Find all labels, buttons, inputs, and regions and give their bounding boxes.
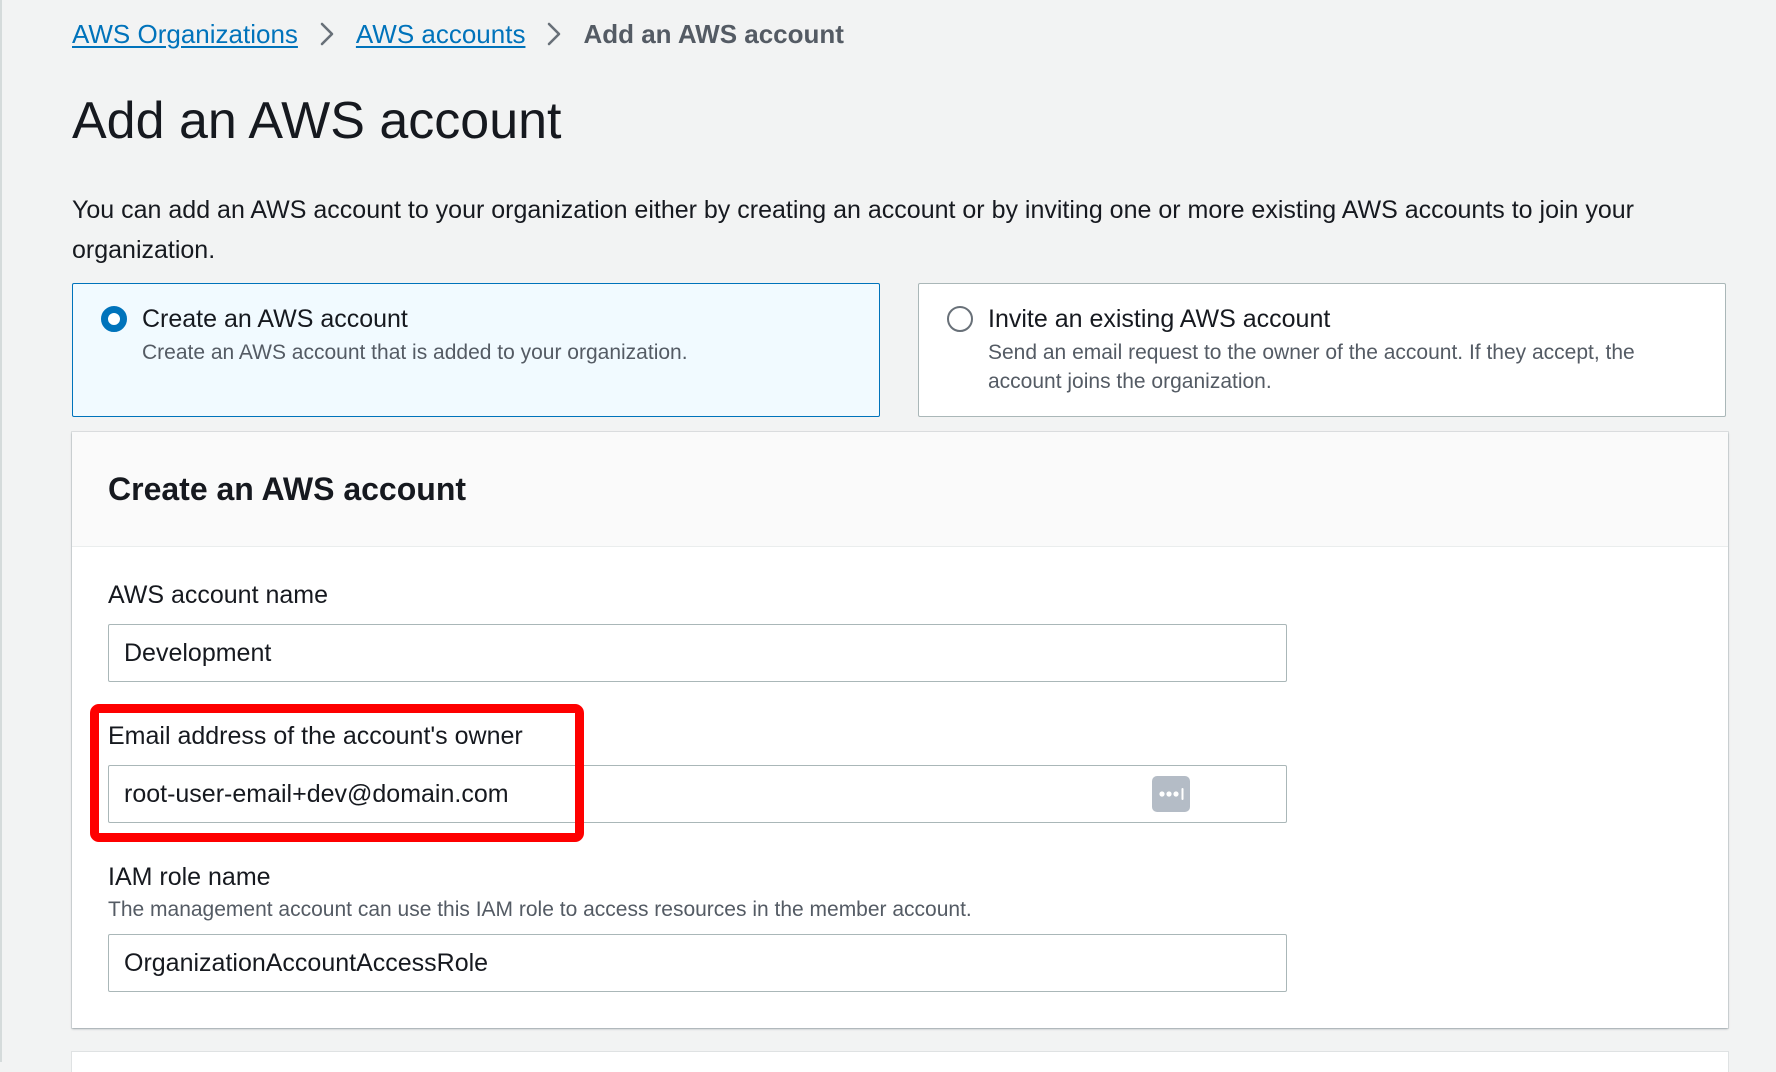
email-input[interactable] bbox=[108, 765, 1287, 823]
option-create-account[interactable]: Create an AWS account Create an AWS acco… bbox=[72, 283, 880, 417]
next-section-container bbox=[72, 1052, 1728, 1072]
chevron-right-icon bbox=[525, 14, 583, 54]
option-invite-description: Send an email request to the owner of th… bbox=[988, 341, 1635, 393]
invite-account-radio[interactable] bbox=[947, 306, 973, 332]
account-name-input[interactable] bbox=[108, 624, 1287, 682]
create-account-radio[interactable] bbox=[101, 306, 127, 332]
page-description: You can add an AWS account to your organ… bbox=[72, 196, 1635, 264]
breadcrumb-link-aws-organizations[interactable]: AWS Organizations bbox=[72, 19, 298, 50]
option-create-title: Create an AWS account bbox=[142, 305, 408, 333]
password-manager-icon[interactable] bbox=[1152, 776, 1190, 812]
iam-role-label: IAM role name bbox=[108, 863, 271, 891]
page-title: Add an AWS account bbox=[72, 92, 562, 150]
breadcrumb-link-aws-accounts[interactable]: AWS accounts bbox=[356, 19, 526, 50]
account-name-label: AWS account name bbox=[108, 581, 329, 609]
option-invite-account[interactable]: Invite an existing AWS account Send an e… bbox=[918, 283, 1726, 417]
page-left-border bbox=[0, 0, 2, 1062]
breadcrumb-current: Add an AWS account bbox=[583, 18, 844, 49]
iam-role-input[interactable] bbox=[108, 934, 1287, 992]
option-invite-title: Invite an existing AWS account bbox=[988, 305, 1331, 333]
email-label: Email address of the account's owner bbox=[108, 722, 523, 750]
form-title: Create an AWS account bbox=[108, 471, 467, 507]
create-account-form: Create an AWS account AWS account name E… bbox=[72, 432, 1728, 1028]
breadcrumb: AWS Organizations AWS accounts Add an AW… bbox=[72, 14, 844, 54]
option-create-description: Create an AWS account that is added to y… bbox=[142, 341, 688, 364]
form-header: Create an AWS account bbox=[72, 432, 1728, 547]
chevron-right-icon bbox=[298, 14, 356, 54]
iam-role-description: The management account can use this IAM … bbox=[108, 898, 972, 921]
